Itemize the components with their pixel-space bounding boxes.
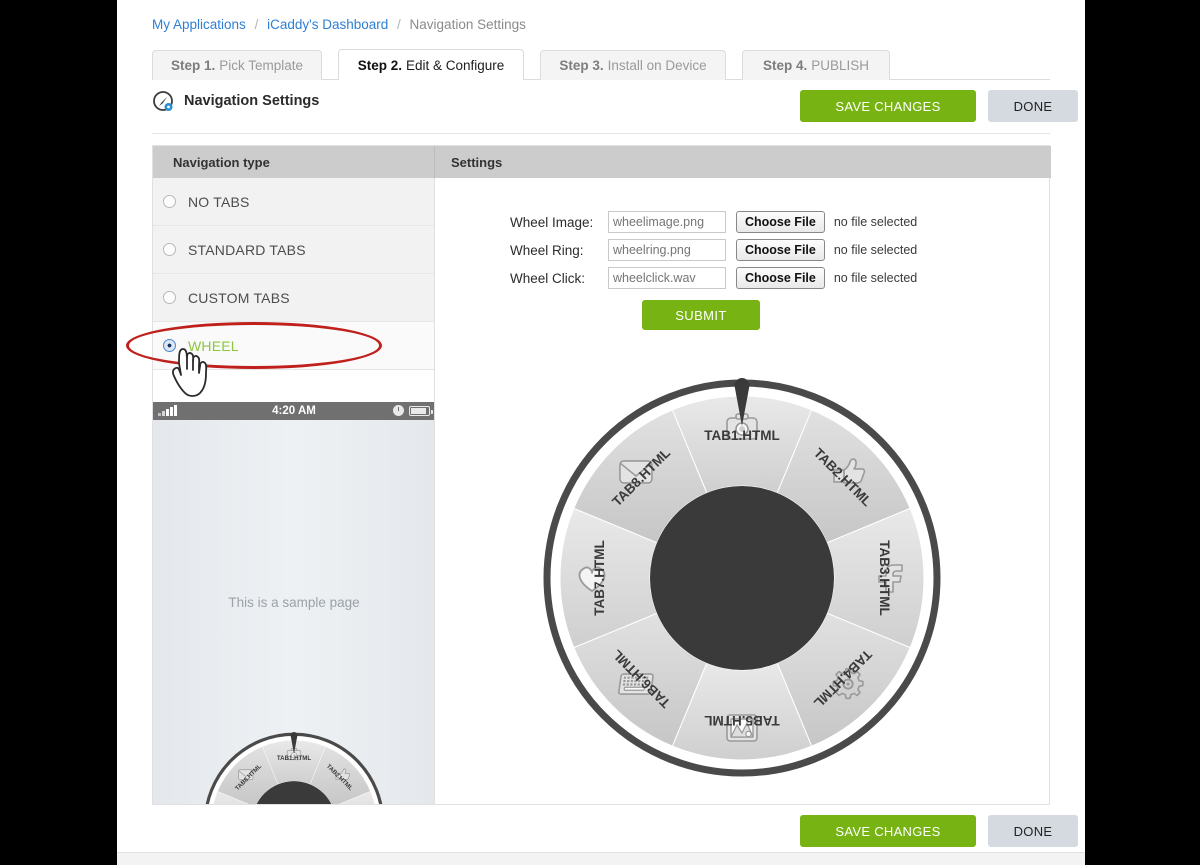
wheel-click-label: Wheel Click: — [510, 270, 586, 286]
radio-custom-tabs[interactable] — [163, 291, 176, 304]
header-divider — [152, 133, 1050, 134]
wheel-click-input[interactable] — [608, 267, 726, 289]
nav-option-no-tabs[interactable]: NO TABS — [153, 178, 434, 226]
phone-sample-text: This is a sample page — [228, 595, 360, 610]
phone-status-right — [393, 405, 433, 416]
wheel-ring-choose-file-button[interactable]: Choose File — [736, 239, 825, 261]
browser-page: My Applications / iCaddy's Dashboard / N… — [117, 0, 1085, 865]
settings-panel: Navigation type Settings NO TABS STANDAR… — [152, 145, 1051, 805]
wheel-click-choose-file-button[interactable]: Choose File — [736, 267, 825, 289]
svg-text:TAB1.HTML: TAB1.HTML — [277, 755, 312, 762]
wheel-ring-file-status: no file selected — [833, 243, 918, 257]
svg-text:TAB3.HTML: TAB3.HTML — [877, 540, 892, 616]
breadcrumb: My Applications / iCaddy's Dashboard / N… — [152, 17, 526, 32]
save-changes-button-top[interactable]: SAVE CHANGES — [800, 90, 976, 122]
form-row-wheel-ring: Wheel Ring: Choose File no file selected — [510, 236, 917, 264]
clock-icon — [393, 405, 404, 416]
tab-step-1[interactable]: Step 1. Pick Template — [152, 50, 322, 80]
radio-no-tabs[interactable] — [163, 195, 176, 208]
tab-step-4[interactable]: Step 4. PUBLISH — [742, 50, 890, 80]
svg-text:TAB5.HTML: TAB5.HTML — [704, 713, 780, 728]
tab-step-3[interactable]: Step 3. Install on Device — [540, 50, 726, 80]
tab-step-1-prefix: Step 1. — [170, 58, 216, 73]
phone-preview: 4:20 AM This is a sample page TAB1.HTML T… — [153, 402, 434, 804]
nav-option-standard-tabs-label: STANDARD TABS — [188, 241, 306, 258]
radio-standard-tabs[interactable] — [163, 243, 176, 256]
phone-status-bar: 4:20 AM — [153, 402, 434, 420]
settings-header: Settings — [435, 146, 1051, 178]
nav-option-no-tabs-label: NO TABS — [188, 193, 250, 210]
tab-step-3-prefix: Step 3. — [559, 58, 604, 73]
form-row-wheel-click: Wheel Click: Choose File no file selecte… — [510, 264, 917, 292]
tab-step-2-label: Edit & Configure — [405, 57, 505, 73]
submit-button[interactable]: SUBMIT — [642, 300, 760, 330]
page-title: Navigation Settings — [184, 93, 320, 109]
footer-actions: SAVE CHANGES DONE — [152, 815, 1078, 855]
nav-option-custom-tabs[interactable]: CUSTOM TABS — [153, 274, 434, 322]
done-button-bottom[interactable]: DONE — [988, 815, 1078, 847]
svg-text:TAB7.HTML: TAB7.HTML — [592, 540, 607, 616]
done-button-top[interactable]: DONE — [988, 90, 1078, 122]
page-content: My Applications / iCaddy's Dashboard / N… — [126, 0, 1078, 865]
wheel-image-choose-file-button[interactable]: Choose File — [736, 211, 825, 233]
wheel-ring-input[interactable] — [608, 239, 726, 261]
section-header: Navigation Settings SAVE CHANGES DONE — [152, 88, 1078, 132]
tab-step-2-prefix: Step 2. — [357, 57, 402, 73]
svg-text:TAB1.HTML: TAB1.HTML — [704, 428, 780, 443]
tab-step-4-prefix: Step 4. — [762, 58, 808, 73]
phone-wheel-preview: TAB1.HTMLTAB2.HTMLTAB3.HTMLTAB4.HTMLTAB5… — [203, 732, 385, 804]
wheel-ring-label: Wheel Ring: — [510, 242, 584, 258]
wheel-image-file-status: no file selected — [833, 215, 918, 229]
form-row-wheel-image: Wheel Image: Choose File no file selecte… — [510, 208, 917, 236]
pointing-hand-cursor — [169, 343, 215, 404]
screen: My Applications / iCaddy's Dashboard / N… — [0, 0, 1200, 865]
step-tabs: Step 1. Pick Template Step 2. Edit & Confi… — [152, 49, 1050, 80]
settings-content: Wheel Image: Choose File no file selecte… — [435, 178, 1049, 804]
signal-bars-icon — [158, 405, 177, 416]
breadcrumb-separator-2: / — [397, 17, 401, 32]
wheel-settings-form: Wheel Image: Choose File no file selecte… — [510, 208, 917, 330]
breadcrumb-icaddys-dashboard[interactable]: iCaddy's Dashboard — [267, 17, 388, 32]
tab-step-1-label: Pick Template — [219, 58, 304, 73]
wheel-image-label: Wheel Image: — [510, 214, 594, 230]
page-bottom-band — [117, 853, 1085, 865]
wheel-click-file-status: no file selected — [833, 271, 918, 285]
phone-status-time: 4:20 AM — [272, 405, 316, 417]
navigation-type-header: Navigation type — [153, 146, 435, 178]
tab-step-2[interactable]: Step 2. Edit & Configure — [338, 49, 524, 80]
tab-step-4-label: PUBLISH — [811, 58, 870, 73]
wheel-preview: TAB1.HTML TAB2.HTML TAB3.HTML TAB4.HTML TAB5… — [542, 378, 942, 778]
breadcrumb-separator-1: / — [254, 17, 259, 32]
nav-option-standard-tabs[interactable]: STANDARD TABS — [153, 226, 434, 274]
wheel-image-input[interactable] — [608, 211, 726, 233]
battery-icon — [409, 405, 433, 416]
nav-option-custom-tabs-label: CUSTOM TABS — [188, 289, 290, 306]
tab-step-3-label: Install on Device — [607, 58, 707, 73]
navigation-settings-icon — [152, 90, 176, 114]
save-changes-button-bottom[interactable]: SAVE CHANGES — [800, 815, 976, 847]
breadcrumb-current: Navigation Settings — [409, 17, 526, 32]
breadcrumb-my-applications[interactable]: My Applications — [152, 17, 246, 32]
navigation-type-list: NO TABS STANDARD TABS CUSTOM TABS WHEEL — [153, 178, 435, 804]
